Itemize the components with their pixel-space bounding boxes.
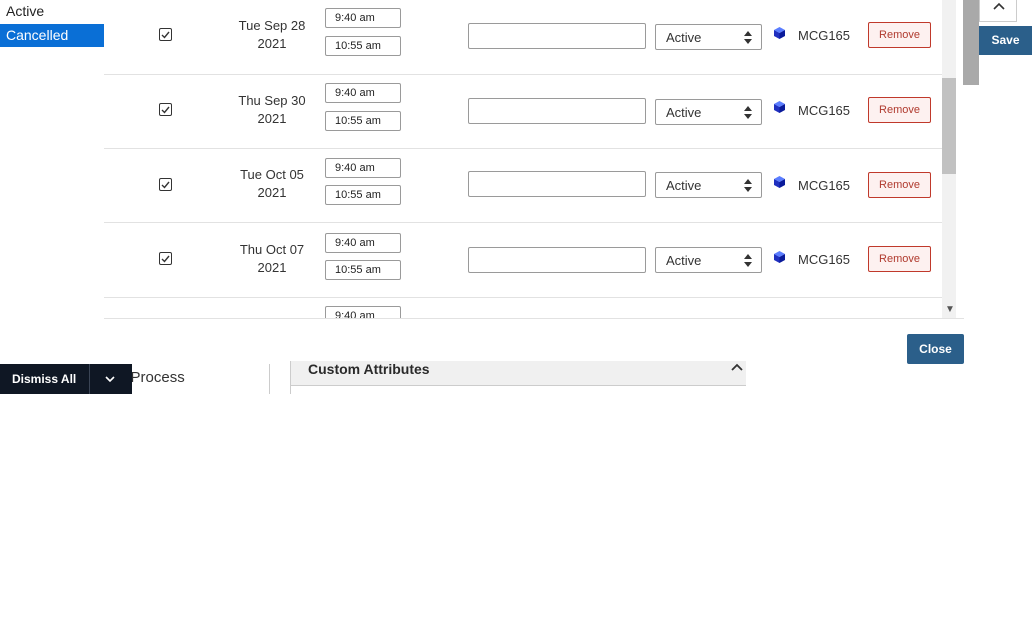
occurrence-comment-input[interactable] (468, 98, 646, 124)
chevron-up-icon (993, 2, 1005, 10)
status-option-cancelled[interactable]: Cancelled (0, 24, 104, 47)
notification-toolbar: Dismiss All (0, 364, 132, 394)
remove-button[interactable]: Remove (868, 246, 931, 272)
remove-button[interactable]: Remove (868, 22, 931, 48)
date-year: 2021 (257, 260, 287, 275)
room-label[interactable]: MCG165 (798, 178, 850, 193)
date-day: Thu Sep 30 (238, 93, 306, 108)
location-cube-icon (774, 27, 785, 39)
start-time-input[interactable]: 9:40 am (325, 306, 401, 318)
occurrence-row: Tue Oct 05 2021 9:40 am 10:55 am Active … (104, 148, 942, 223)
select-arrows-icon (744, 31, 752, 44)
room-label[interactable]: MCG165 (798, 103, 850, 118)
start-time-input[interactable]: 9:40 am (325, 83, 401, 103)
location-cube-icon (774, 101, 785, 113)
close-button[interactable]: Close (907, 334, 964, 364)
save-button[interactable]: Save (979, 26, 1032, 55)
date-year: 2021 (257, 185, 287, 200)
end-time-input[interactable]: 10:55 am (325, 185, 401, 205)
occurrence-row: Thu Oct 07 2021 9:40 am 10:55 am Active … (104, 223, 942, 298)
date-day: Thu Oct 07 (239, 242, 305, 257)
occurrence-state-select[interactable]: Active (655, 247, 762, 273)
page-scrollbar-thumb[interactable] (963, 0, 979, 85)
occurrences-panel: Tue Sep 28 2021 9:40 am 10:55 am Active … (104, 0, 942, 318)
room-label[interactable]: MCG165 (798, 252, 850, 267)
divider (290, 386, 291, 394)
select-arrows-icon (744, 254, 752, 267)
state-select-value: Active (666, 105, 702, 120)
occurrence-comment-input[interactable] (468, 23, 646, 49)
occurrence-row: Thu Sep 30 2021 9:40 am 10:55 am Active … (104, 74, 942, 149)
date-year: 2021 (257, 36, 287, 51)
collapse-button[interactable] (979, 0, 1017, 22)
select-arrows-icon (744, 106, 752, 119)
chevron-up-icon (731, 363, 743, 371)
end-time-input[interactable]: 10:55 am (325, 260, 401, 280)
occurrence-comment-input[interactable] (468, 247, 646, 273)
occurrence-checkbox[interactable] (159, 252, 172, 265)
end-time-input[interactable]: 10:55 am (325, 111, 401, 131)
notification-dropdown-button[interactable] (90, 364, 132, 394)
date-day: Tue Sep 28 (238, 18, 306, 33)
occurrence-date: Thu Sep 30 2021 (226, 92, 318, 128)
remove-button[interactable]: Remove (868, 172, 931, 198)
divider (104, 318, 964, 319)
occurrence-row: Tue Sep 28 2021 9:40 am 10:55 am Active … (104, 0, 942, 75)
status-dropdown-list: Active Cancelled (0, 0, 104, 47)
occurrence-state-select[interactable]: Active (655, 24, 762, 50)
chevron-down-icon (105, 376, 115, 383)
state-select-value: Active (666, 30, 702, 45)
date-year: 2021 (257, 111, 287, 126)
state-select-value: Active (666, 178, 702, 193)
start-time-input[interactable]: 9:40 am (325, 8, 401, 28)
room-label[interactable]: MCG165 (798, 28, 850, 43)
occurrence-date: Tue Sep 28 2021 (226, 17, 318, 53)
scroll-down-icon[interactable]: ▼ (945, 304, 955, 315)
location-cube-icon (774, 176, 785, 188)
location-cube-icon (774, 251, 785, 263)
custom-attributes-title: Custom Attributes (308, 361, 430, 377)
occurrence-comment-input[interactable] (468, 171, 646, 197)
custom-attributes-header[interactable]: Custom Attributes (290, 361, 746, 386)
state-select-value: Active (666, 253, 702, 268)
start-time-input[interactable]: 9:40 am (325, 158, 401, 178)
occurrence-date: Thu Oct 07 2021 (226, 241, 318, 277)
status-option-active[interactable]: Active (0, 0, 104, 22)
remove-button[interactable]: Remove (868, 97, 931, 123)
occurrences-scrollbar[interactable]: ▼ (942, 0, 956, 318)
scrollbar-thumb[interactable] (942, 78, 956, 174)
end-time-input[interactable]: 10:55 am (325, 36, 401, 56)
occurrence-state-select[interactable]: Active (655, 172, 762, 198)
start-time-input[interactable]: 9:40 am (325, 233, 401, 253)
date-day: Tue Oct 05 (240, 167, 304, 182)
occurrence-checkbox[interactable] (159, 28, 172, 41)
occurrence-date: Tue Oct 05 2021 (226, 166, 318, 202)
select-arrows-icon (744, 179, 752, 192)
occurrence-state-select[interactable]: Active (655, 99, 762, 125)
occurrence-checkbox[interactable] (159, 178, 172, 191)
dismiss-all-button[interactable]: Dismiss All (12, 364, 76, 394)
divider (269, 364, 270, 394)
occurrence-checkbox[interactable] (159, 103, 172, 116)
